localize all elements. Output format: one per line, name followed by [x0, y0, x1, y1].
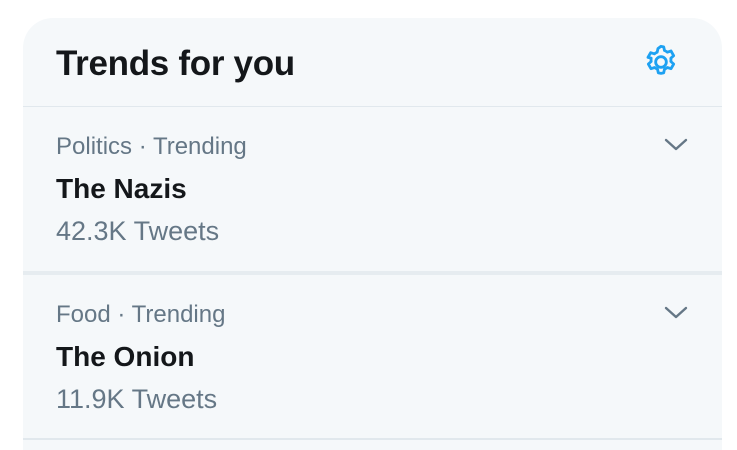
trend-name: The Nazis [56, 173, 187, 204]
trend-separator: · [138, 133, 147, 160]
trend-status: Trending [131, 301, 226, 328]
chevron-down-icon [664, 306, 688, 319]
trend-item[interactable]: Food · Trending The Onion 11.9K Tweets [23, 275, 722, 440]
trend-more-button[interactable] [660, 301, 692, 325]
chevron-down-icon [664, 138, 688, 151]
trends-header: Trends for you [23, 18, 722, 107]
trend-category: Food [56, 301, 111, 328]
gear-icon [646, 44, 676, 75]
trend-item[interactable]: Politics · Trending The Nazis 42.3K Twee… [23, 107, 722, 275]
trend-meta: Food · Trending [56, 299, 689, 331]
settings-button[interactable] [640, 41, 682, 83]
trend-separator: · [117, 301, 126, 328]
trends-panel: Trends for you Politics · Trending The N… [23, 18, 722, 450]
trend-tweet-count: 11.9K Tweets [56, 384, 218, 414]
trend-category: Politics [56, 133, 133, 160]
trend-status: Trending [152, 133, 247, 160]
trends-title: Trends for you [56, 44, 295, 83]
trend-more-button[interactable] [660, 133, 692, 157]
trend-meta: Politics · Trending [56, 131, 689, 163]
trend-tweet-count: 42.3K Tweets [56, 216, 220, 246]
trend-name: The Onion [56, 341, 195, 372]
